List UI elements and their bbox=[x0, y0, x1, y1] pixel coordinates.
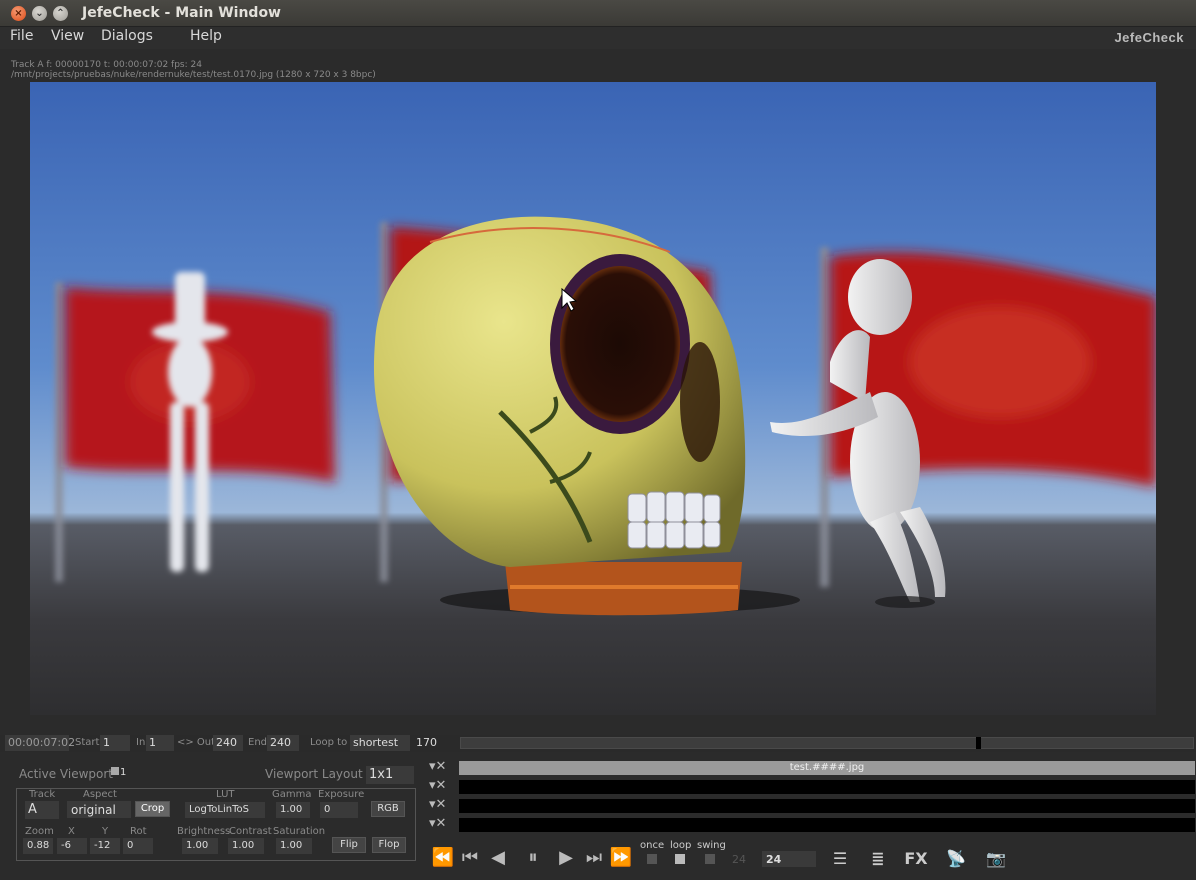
swing-label: swing bbox=[697, 840, 726, 851]
flop-button[interactable]: Flop bbox=[372, 837, 406, 853]
loop-label: loop bbox=[670, 840, 692, 851]
aspect-label: Aspect bbox=[83, 789, 117, 800]
once-toggle[interactable] bbox=[647, 854, 657, 864]
end-label: End bbox=[248, 737, 268, 748]
contrast-label: Contrast bbox=[229, 826, 272, 837]
loop-to-label: Loop to bbox=[310, 737, 348, 748]
fps-select[interactable]: 24 bbox=[762, 851, 816, 867]
frame-info: Track A f: 00000170 t: 00:00:07:02 fps: … bbox=[11, 60, 202, 70]
x-field[interactable]: -6 bbox=[57, 838, 87, 854]
skip-to-end-icon[interactable]: ⏭ bbox=[582, 844, 606, 872]
window-title: JefeCheck - Main Window bbox=[82, 5, 281, 21]
remove-track-icon[interactable]: ▾✕ bbox=[429, 817, 455, 831]
playhead[interactable] bbox=[976, 737, 981, 749]
rendered-frame bbox=[55, 216, 1156, 616]
exposure-field[interactable]: 0 bbox=[320, 802, 358, 818]
x-label: X bbox=[68, 826, 75, 837]
start-field[interactable]: 1 bbox=[100, 735, 130, 751]
loop-to-select[interactable]: shortest bbox=[350, 735, 410, 751]
swing-toggle[interactable] bbox=[705, 854, 715, 864]
lut-select[interactable]: LogToLinToS bbox=[185, 802, 265, 818]
track-select[interactable]: A bbox=[25, 801, 59, 819]
flip-button[interactable]: Flip bbox=[332, 837, 366, 853]
maximize-icon[interactable]: ⌃ bbox=[53, 6, 68, 21]
remove-track-icon[interactable]: ▾✕ bbox=[429, 760, 455, 774]
lut-label: LUT bbox=[216, 789, 235, 800]
skip-to-start-icon[interactable]: ⏮ bbox=[458, 844, 482, 872]
contrast-field[interactable]: 1.00 bbox=[228, 838, 264, 854]
play-icon[interactable]: ▶ bbox=[554, 844, 578, 872]
menu-help[interactable]: Help bbox=[190, 28, 222, 44]
in-label: In bbox=[136, 737, 146, 748]
out-label: <> Out bbox=[177, 737, 216, 748]
gamma-field[interactable]: 1.00 bbox=[276, 802, 310, 818]
loop-toggle[interactable] bbox=[675, 854, 685, 864]
end-field[interactable]: 240 bbox=[267, 735, 299, 751]
menu-bar: File View Dialogs Help JefeCheck bbox=[0, 27, 1196, 49]
timeline-scrubber[interactable] bbox=[460, 737, 1194, 749]
aspect-select[interactable]: original bbox=[67, 801, 131, 818]
image-viewport[interactable] bbox=[30, 82, 1156, 715]
add-to-playlist-icon[interactable]: ☰ bbox=[824, 845, 856, 872]
camera-icon[interactable]: 📷 bbox=[980, 845, 1012, 872]
fps-display: 24 bbox=[728, 851, 758, 867]
saturation-label: Saturation bbox=[273, 826, 326, 837]
rgb-button[interactable]: RGB bbox=[371, 801, 405, 817]
track-row[interactable]: test.####.jpg bbox=[459, 761, 1195, 775]
frame-field[interactable]: 170 bbox=[413, 735, 457, 751]
broadcast-icon[interactable]: 📡 bbox=[940, 845, 972, 872]
saturation-field[interactable]: 1.00 bbox=[276, 838, 312, 854]
zoom-label: Zoom bbox=[25, 826, 54, 837]
menu-view[interactable]: View bbox=[51, 28, 84, 44]
menu-file[interactable]: File bbox=[10, 28, 33, 44]
fast-forward-icon[interactable]: ⏩ bbox=[608, 844, 634, 872]
y-field[interactable]: -12 bbox=[90, 838, 120, 854]
track-row[interactable] bbox=[459, 799, 1195, 813]
gamma-label: Gamma bbox=[272, 789, 312, 800]
timecode-field[interactable]: 00:00:07:02 bbox=[5, 735, 75, 751]
list-icon[interactable]: ≣ bbox=[862, 845, 894, 872]
remove-track-icon[interactable]: ▾✕ bbox=[429, 779, 455, 793]
minimize-icon[interactable]: ⌄ bbox=[32, 6, 47, 21]
viewport-layout-select[interactable]: 1x1 bbox=[366, 766, 414, 784]
viewport-layout-label: Viewport Layout bbox=[265, 767, 363, 781]
file-path-info: /mnt/projects/pruebas/nuke/rendernuke/te… bbox=[11, 70, 376, 80]
active-viewport-value[interactable]: 1 bbox=[111, 767, 129, 781]
brightness-label: Brightness bbox=[177, 826, 231, 837]
in-field[interactable]: 1 bbox=[146, 735, 174, 751]
step-back-icon[interactable]: ◀ bbox=[486, 844, 510, 872]
active-viewport-label: Active Viewport bbox=[19, 767, 114, 781]
title-bar: × ⌄ ⌃ JefeCheck - Main Window bbox=[0, 0, 1196, 27]
track-label: Track bbox=[29, 789, 56, 800]
zoom-field[interactable]: 0.88 bbox=[23, 838, 53, 854]
exposure-label: Exposure bbox=[318, 789, 365, 800]
once-label: once bbox=[640, 840, 665, 851]
fx-button[interactable]: FX bbox=[900, 845, 932, 872]
track-row[interactable] bbox=[459, 818, 1195, 832]
track-row[interactable] bbox=[459, 780, 1195, 794]
timeline-bar: 00:00:07:02 Start 1 In 1 <> Out 240 End … bbox=[0, 735, 1196, 752]
out-field[interactable]: 240 bbox=[213, 735, 243, 751]
rot-field[interactable]: 0 bbox=[123, 838, 153, 854]
menu-dialogs[interactable]: Dialogs bbox=[101, 28, 153, 44]
remove-track-icon[interactable]: ▾✕ bbox=[429, 798, 455, 812]
close-icon[interactable]: × bbox=[11, 6, 26, 21]
app-logo: JefeCheck bbox=[1114, 30, 1184, 45]
y-label: Y bbox=[102, 826, 109, 837]
rot-label: Rot bbox=[130, 826, 147, 837]
brightness-field[interactable]: 1.00 bbox=[182, 838, 218, 854]
crop-button[interactable]: Crop bbox=[135, 801, 170, 817]
pause-icon[interactable]: ⏸ bbox=[519, 844, 547, 872]
rewind-icon[interactable]: ⏪ bbox=[430, 844, 456, 872]
start-label: Start bbox=[75, 737, 100, 748]
